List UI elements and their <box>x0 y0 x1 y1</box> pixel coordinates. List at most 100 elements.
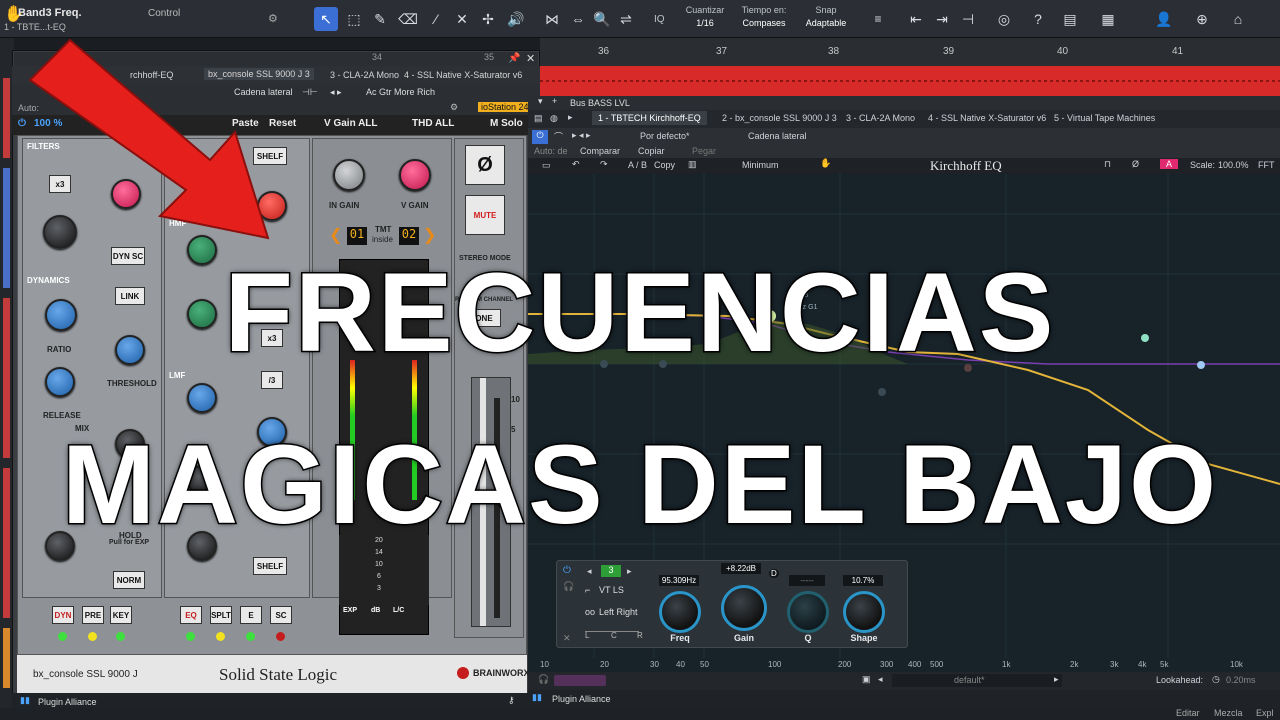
grid-icon[interactable]: ▦ <box>1096 7 1120 31</box>
stereo-mode-select[interactable]: Left Right <box>599 607 638 617</box>
mute-tool-button[interactable]: ✕ <box>450 7 474 31</box>
ab-button[interactable]: A / B <box>628 160 647 170</box>
preset-select[interactable]: Ac Gtr More Rich <box>366 87 435 97</box>
paste-button[interactable]: Pegar <box>692 146 716 156</box>
marker-icon[interactable]: ⊣ <box>956 7 980 31</box>
help-icon[interactable]: ? <box>1026 7 1050 31</box>
preset-prev-icon[interactable]: ◂ ▸ <box>330 87 342 98</box>
fft-button[interactable]: FFT <box>1258 160 1275 170</box>
dyn-button[interactable]: DYN <box>52 606 74 624</box>
paint-tool-button[interactable]: ⁄ <box>424 7 448 31</box>
eraser-tool-button[interactable]: ⌫ <box>396 7 420 31</box>
eq-piano-icon[interactable]: ▥ <box>688 159 697 170</box>
band-type-select[interactable]: VT LS <box>599 585 624 595</box>
shape-knob[interactable] <box>843 591 885 633</box>
eq-tab[interactable]: 3 - CLA-2A Mono <box>846 113 915 123</box>
band-close-icon[interactable]: ✕ <box>563 633 571 644</box>
band-prev-icon[interactable]: ◂ <box>587 566 592 577</box>
gain-knob[interactable] <box>721 585 767 631</box>
eq-tab-active[interactable]: 1 - TBTECH Kirchhoff-EQ <box>592 111 707 125</box>
eq-menu-icon[interactable]: ▾ <box>538 96 543 107</box>
band-next-icon[interactable]: ▸ <box>627 566 632 577</box>
phase-button[interactable]: Ø <box>465 145 505 185</box>
eq-tab[interactable]: 2 - bx_console SSL 9000 J 3 <box>722 113 837 123</box>
band-power-icon[interactable]: ⏻ <box>563 565 571 576</box>
stretch-tool-button[interactable]: ⇔ <box>566 7 590 31</box>
d-toggle[interactable]: D <box>769 569 779 578</box>
freq-knob[interactable] <box>659 591 701 633</box>
pre-button[interactable]: PRE <box>82 606 104 624</box>
zoom-tool-button[interactable]: 🔍 <box>590 7 614 31</box>
loop-right-icon[interactable]: ⇥ <box>930 7 954 31</box>
eq-link-icon[interactable]: ⌒ <box>554 130 563 143</box>
iq-button[interactable]: IQ <box>654 14 665 25</box>
shelf-button-bottom[interactable]: SHELF <box>253 557 287 575</box>
eq-preset-select[interactable]: Por defecto* <box>640 131 690 141</box>
e-button[interactable]: E <box>240 606 262 624</box>
gear-icon[interactable]: ⚙ <box>450 102 458 113</box>
sync-icon[interactable]: ⊕ <box>1190 7 1214 31</box>
q-knob[interactable] <box>787 591 829 633</box>
a-button[interactable]: A <box>1160 159 1179 169</box>
snap-select[interactable]: Adaptable <box>798 18 854 28</box>
q-value[interactable]: ----- <box>789 575 825 586</box>
eq-undo-icon[interactable]: ↶ <box>572 159 580 170</box>
comp-tool-button[interactable]: ⇌ <box>614 7 638 31</box>
eq-tab[interactable]: 4 - SSL Native X-Saturator v6 <box>928 113 1046 123</box>
copy-button[interactable]: Copiar <box>638 146 665 156</box>
listen-tool-button[interactable]: 🔊 <box>504 7 528 31</box>
in-gain-knob[interactable] <box>333 159 365 191</box>
home-icon[interactable]: ⌂ <box>1226 7 1250 31</box>
vgain-all-button[interactable]: V Gain ALL <box>324 118 378 129</box>
eq-bypass-icon[interactable]: ⏻ <box>532 130 548 144</box>
tmt-next-icon[interactable]: ❯ <box>423 225 436 245</box>
band-number[interactable]: 3 <box>601 565 621 577</box>
band-listen-icon[interactable]: 🎧 <box>563 581 574 592</box>
eq-add-icon[interactable]: + <box>552 96 557 106</box>
eq-hand-icon[interactable]: ✋ <box>820 158 831 169</box>
key-icon[interactable]: ⚷ <box>508 695 515 706</box>
eq-nav-icon[interactable]: ▸ ◂ ▸ <box>572 130 591 141</box>
preset-next-icon[interactable]: ▸ <box>1054 674 1059 685</box>
sidechain-icon[interactable]: ⊣⊢ <box>302 87 318 98</box>
norm-button[interactable]: NORM <box>113 571 145 589</box>
range-tool-button[interactable]: ⬚ <box>342 7 366 31</box>
audio-clip[interactable] <box>540 66 1280 96</box>
shape-value[interactable]: 10.7% <box>843 575 883 586</box>
eq-button[interactable]: EQ <box>180 606 202 624</box>
sc-button[interactable]: SC <box>270 606 292 624</box>
freq-value[interactable]: 95.309Hz <box>659 575 699 586</box>
edit-tab[interactable]: Editar <box>1176 708 1200 718</box>
pencil-tool-button[interactable]: ✎ <box>368 7 392 31</box>
tmt-prev-icon[interactable]: ❮ <box>329 225 342 245</box>
insert-tab[interactable]: 3 - CLA-2A Mono <box>330 70 399 80</box>
preset-prev-icon[interactable]: ◂ <box>878 674 883 685</box>
timebase-select[interactable]: Compases <box>734 18 794 28</box>
lookahead-value[interactable]: 0.20ms <box>1226 675 1256 685</box>
save-icon[interactable]: ▣ <box>862 674 871 685</box>
pin-icon[interactable]: 📌 <box>508 53 520 64</box>
eq-fit-icon[interactable]: ⊓ <box>1104 159 1111 170</box>
snap-toggle-icon[interactable]: ≡ <box>866 7 890 31</box>
key-button[interactable]: KEY <box>110 606 132 624</box>
loop-left-icon[interactable]: ⇤ <box>904 7 928 31</box>
scale-value[interactable]: 100.0% <box>1218 160 1249 170</box>
user-icon[interactable]: 👤 <box>1152 7 1176 31</box>
lmf-gain-knob[interactable] <box>187 383 217 413</box>
copy2-button[interactable]: Copy <box>654 160 675 170</box>
close-icon[interactable]: ✕ <box>526 52 535 65</box>
browse-tab[interactable]: Expl <box>1256 708 1274 718</box>
bend-tool-button[interactable]: ⋈ <box>540 7 564 31</box>
insert-tab[interactable]: 4 - SSL Native X-Saturator v6 <box>404 70 522 80</box>
eq-phase-icon[interactable]: Ø <box>1132 159 1139 169</box>
split-tool-button[interactable]: ✢ <box>476 7 500 31</box>
eq-tab[interactable]: 5 - Virtual Tape Machines <box>1054 113 1155 123</box>
v-gain-knob[interactable] <box>399 159 431 191</box>
m-solo-button[interactable]: M Solo <box>490 118 523 129</box>
mute-button[interactable]: MUTE <box>465 195 505 235</box>
split-button[interactable]: SPLT <box>210 606 232 624</box>
thd-all-button[interactable]: THD ALL <box>412 118 454 129</box>
quantize-select[interactable]: 1/16 <box>680 18 730 28</box>
eq-sidechain-button[interactable]: Cadena lateral <box>748 131 807 141</box>
headphones-icon[interactable]: 🎧 <box>538 674 549 685</box>
